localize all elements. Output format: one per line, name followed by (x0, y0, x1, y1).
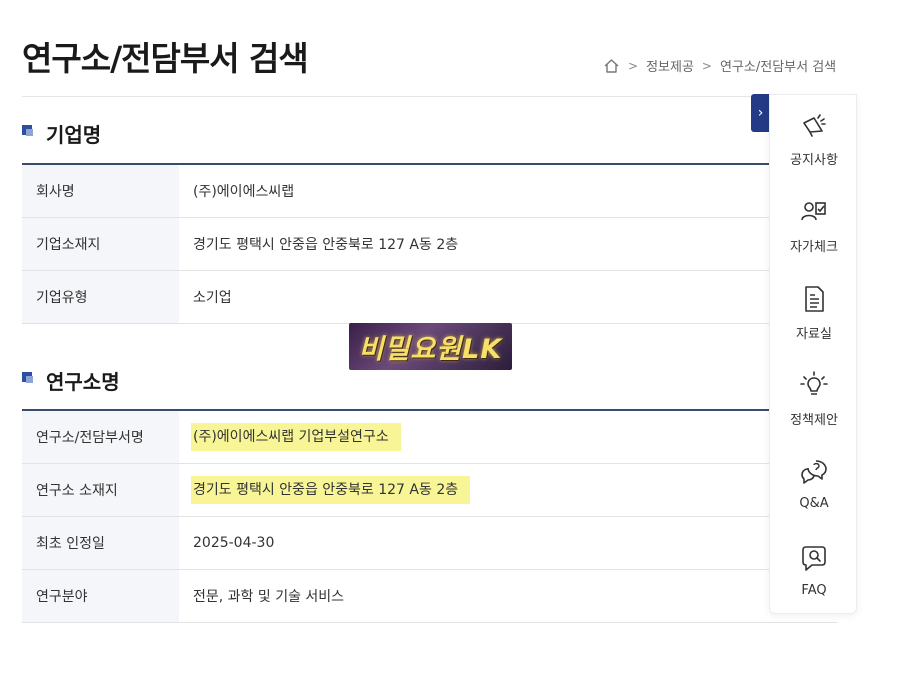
row-value: (주)에이에스씨랩 (179, 165, 838, 217)
table-row: 기업소재지 경기도 평택시 안중읍 안중북로 127 A동 2층 (22, 218, 838, 271)
watermark-stamp: 비밀요원LK (349, 323, 512, 370)
row-value: 경기도 평택시 안중읍 안중북로 127 A동 2층 (179, 218, 838, 270)
table-row: 회사명 (주)에이에스씨랩 (22, 165, 838, 218)
lightbulb-icon (798, 369, 830, 401)
quick-menu-item-library[interactable]: 자료실 (770, 283, 858, 342)
row-value: 소기업 (179, 271, 838, 323)
row-label: 연구분야 (22, 570, 179, 622)
section-bullet-icon (22, 371, 33, 383)
table-row: 연구소 소재지 경기도 평택시 안중읍 안중북로 127 A동 2층 (22, 464, 838, 517)
quick-menu: 공지사항 자가체크 자료실 정책제안 Q&A FAQ (769, 94, 857, 614)
research-field-value: 전문, 과학 및 기술 서비스 (193, 589, 345, 605)
quick-menu-label: Q&A (799, 496, 829, 511)
quick-menu-label: FAQ (801, 583, 827, 598)
quick-menu-label: 공지사항 (790, 153, 838, 168)
row-label: 기업소재지 (22, 218, 179, 270)
table-row: 연구소/전담부서명 (주)에이에스씨랩 기업부설연구소 (22, 411, 838, 464)
company-address-value: 경기도 평택시 안중읍 안중북로 127 A동 2층 (193, 237, 459, 253)
company-name-value: (주)에이에스씨랩 (193, 184, 295, 200)
page-title: 연구소/전담부서 검색 (22, 39, 309, 78)
section-title: 기업명 (46, 123, 102, 147)
row-value: 전문, 과학 및 기술 서비스 (179, 570, 838, 622)
breadcrumb-item-current: 연구소/전담부서 검색 (719, 60, 837, 75)
section-heading-company: 기업명 (22, 119, 101, 148)
company-type-value: 소기업 (193, 290, 232, 306)
row-value: 경기도 평택시 안중읍 안중북로 127 A동 2층 (179, 464, 838, 516)
section-bullet-icon (22, 124, 33, 136)
quick-menu-label: 자가체크 (790, 240, 838, 255)
title-divider (22, 96, 856, 97)
breadcrumb-item-info[interactable]: 정보제공 (646, 56, 694, 75)
quick-menu-label: 자료실 (796, 327, 832, 342)
company-info-table: 회사명 (주)에이에스씨랩 기업소재지 경기도 평택시 안중읍 안중북로 127… (22, 163, 838, 324)
row-label: 기업유형 (22, 271, 179, 323)
document-icon (798, 283, 830, 315)
section-heading-lab: 연구소명 (22, 366, 120, 395)
quick-menu-toggle-button[interactable]: › (751, 94, 770, 132)
section-title: 연구소명 (46, 370, 120, 394)
quick-menu-item-qna[interactable]: Q&A (770, 456, 858, 511)
megaphone-icon (798, 109, 830, 141)
user-check-icon (798, 196, 830, 228)
quick-menu-label: 정책제안 (790, 413, 838, 428)
lab-name-value: (주)에이에스씨랩 기업부설연구소 (191, 423, 401, 451)
row-value: (주)에이에스씨랩 기업부설연구소 (179, 411, 838, 463)
row-label: 회사명 (22, 165, 179, 217)
chevron-right-icon: › (757, 105, 764, 121)
quick-menu-item-policy[interactable]: 정책제안 (770, 369, 858, 428)
chat-search-icon (798, 543, 830, 575)
row-value: 2025-04-30 (179, 517, 838, 569)
recognition-date-value: 2025-04-30 (193, 535, 275, 551)
row-label: 최초 인정일 (22, 517, 179, 569)
lab-address-value: 경기도 평택시 안중읍 안중북로 127 A동 2층 (191, 476, 471, 504)
table-row: 연구분야 전문, 과학 및 기술 서비스 (22, 570, 838, 623)
chevron-right-icon: > (701, 58, 712, 73)
quick-menu-item-self-check[interactable]: 자가체크 (770, 196, 858, 255)
row-label: 연구소 소재지 (22, 464, 179, 516)
row-label: 연구소/전담부서명 (22, 411, 179, 463)
quick-menu-item-faq[interactable]: FAQ (770, 543, 858, 598)
chevron-right-icon: > (628, 58, 639, 73)
table-row: 기업유형 소기업 (22, 271, 838, 324)
home-icon[interactable] (603, 58, 620, 74)
breadcrumb: > 정보제공 > 연구소/전담부서 검색 (603, 56, 836, 75)
quick-menu-item-notice[interactable]: 공지사항 (770, 109, 858, 168)
table-row: 최초 인정일 2025-04-30 (22, 517, 838, 570)
chat-question-icon (798, 456, 830, 488)
lab-info-table: 연구소/전담부서명 (주)에이에스씨랩 기업부설연구소 연구소 소재지 경기도 … (22, 409, 838, 623)
